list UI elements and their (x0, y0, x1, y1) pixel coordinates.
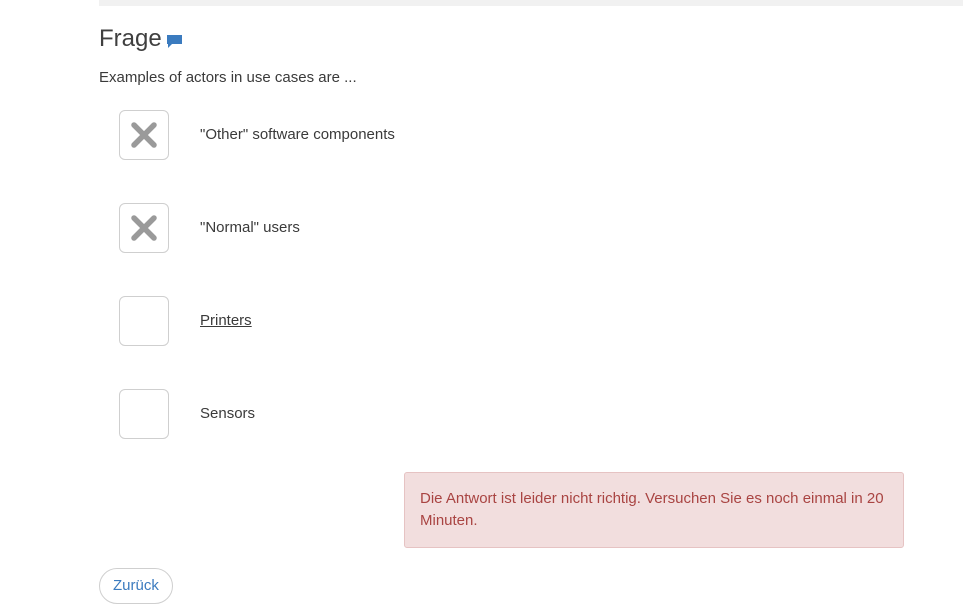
answer-checkbox[interactable] (119, 296, 169, 346)
x-mark-icon (131, 215, 157, 241)
answer-checkbox[interactable] (119, 110, 169, 160)
option-label-link[interactable]: Printers (200, 311, 252, 331)
feedback-message: Die Antwort ist leider nicht richtig. Ve… (420, 490, 884, 529)
page-title: Frage (99, 25, 162, 52)
option-row[interactable]: "Normal" users (119, 203, 300, 253)
option-label: "Other" software components (200, 126, 395, 143)
feedback-alert: Die Antwort ist leider nicht richtig. Ve… (404, 472, 904, 548)
option-label: Sensors (200, 405, 256, 422)
back-button[interactable]: Zurück (99, 568, 173, 604)
question-prompt: Examples of actors in use cases are ... (99, 69, 357, 86)
x-mark-icon (131, 122, 157, 148)
answer-checkbox[interactable] (119, 389, 169, 439)
top-divider-bar (99, 0, 963, 6)
answer-checkbox[interactable] (119, 203, 169, 253)
comment-icon[interactable] (166, 33, 183, 50)
question-header: Frage (99, 24, 183, 54)
option-row[interactable]: "Other" software components (119, 110, 395, 160)
option-row[interactable]: Sensors (119, 389, 255, 439)
option-row[interactable]: Printers (119, 296, 252, 346)
option-label: "Normal" users (200, 219, 300, 236)
